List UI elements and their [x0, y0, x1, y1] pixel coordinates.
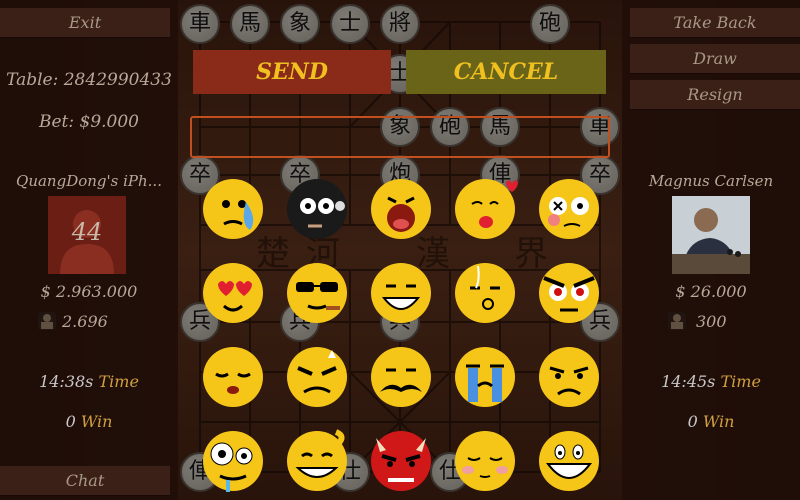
emoji-dizzy-icon[interactable] — [534, 174, 604, 244]
emoji-yawning-icon[interactable] — [366, 174, 436, 244]
player-avatar: 44 — [48, 196, 126, 274]
emoji-furious-icon[interactable] — [282, 342, 352, 412]
emoji-surprised-drooling-icon[interactable] — [198, 426, 268, 496]
opponent-photo-icon — [672, 196, 750, 274]
emoji-crying-icon[interactable] — [450, 342, 520, 412]
emoji-grinning-icon[interactable] — [366, 258, 436, 328]
emoji-grid — [198, 174, 608, 500]
opponent-score: 300 — [696, 312, 727, 331]
resign-button[interactable]: Resign — [630, 80, 800, 110]
emoji-angry-red-eyes-icon[interactable] — [534, 258, 604, 328]
emoji-kissing-icon[interactable] — [450, 174, 520, 244]
player-time-label: Time — [98, 372, 139, 391]
opponent-time-value: 14:45s — [661, 372, 716, 391]
exit-button[interactable]: Exit — [0, 8, 170, 38]
bet-amount: Bet: $9.000 — [39, 112, 139, 132]
chat-button[interactable]: Chat — [0, 466, 170, 496]
emoji-sweating-icon[interactable] — [198, 174, 268, 244]
emoji-mischievous-icon[interactable] — [282, 426, 352, 496]
send-button[interactable]: SEND — [193, 50, 391, 94]
emoji-devil-angry-icon[interactable] — [366, 426, 436, 496]
player-time-value: 14:38s — [39, 372, 94, 391]
emoji-whistling-icon[interactable] — [450, 258, 520, 328]
opponent-rank-icon — [668, 312, 686, 330]
opponent-win-row: 0 Win — [622, 412, 800, 431]
cancel-button[interactable]: CANCEL — [406, 50, 606, 94]
opponent-win-value: 0 — [687, 412, 698, 431]
opponent-money: $ 26.000 — [675, 282, 747, 301]
take-back-button[interactable]: Take Back — [630, 8, 800, 38]
emoji-heart-eyes-icon[interactable] — [198, 258, 268, 328]
player-win-row: 0 Win — [0, 412, 178, 431]
emoji-cool-sunglasses-icon[interactable] — [282, 258, 352, 328]
avatar-number: 44 — [71, 218, 103, 246]
player-win-label: Win — [80, 412, 113, 431]
emoji-sleepy-icon[interactable] — [198, 342, 268, 412]
player-win-value: 0 — [65, 412, 76, 431]
emoji-disappointed-icon[interactable] — [534, 342, 604, 412]
opponent-win-label: Win — [702, 412, 735, 431]
emoji-blushing-shy-icon[interactable] — [450, 426, 520, 496]
opponent-name: Magnus Carlsen — [648, 172, 774, 190]
game-stage: 楚 河 漢 界 車 馬 象 士 將 砲 士 象 砲 馬 車 卒 卒 炮 俥 卒 … — [0, 0, 800, 500]
opponent-time-row: 14:45s Time — [622, 372, 800, 391]
player-score: 2.696 — [62, 312, 108, 331]
emoji-mustache-frown-icon[interactable] — [366, 342, 436, 412]
chat-message-input[interactable] — [190, 116, 610, 158]
opponent-avatar — [672, 196, 750, 274]
player-time-row: 14:38s Time — [0, 372, 178, 391]
opponent-time-label: Time — [720, 372, 761, 391]
emoji-black-puffing-icon[interactable] — [282, 174, 352, 244]
emoji-laughing-icon[interactable] — [534, 426, 604, 496]
player-money: $ 2.963.000 — [40, 282, 138, 301]
draw-button[interactable]: Draw — [630, 44, 800, 74]
left-player-panel: Exit Table: 2842990433 Bet: $9.000 Quang… — [0, 0, 178, 500]
table-id: Table: 2842990433 — [6, 70, 172, 90]
player-name: QuangDong's iPh... — [16, 172, 162, 190]
player-rank-icon — [38, 312, 56, 330]
right-player-panel: Take Back Draw Resign Magnus Carlsen $ 2… — [622, 0, 800, 500]
